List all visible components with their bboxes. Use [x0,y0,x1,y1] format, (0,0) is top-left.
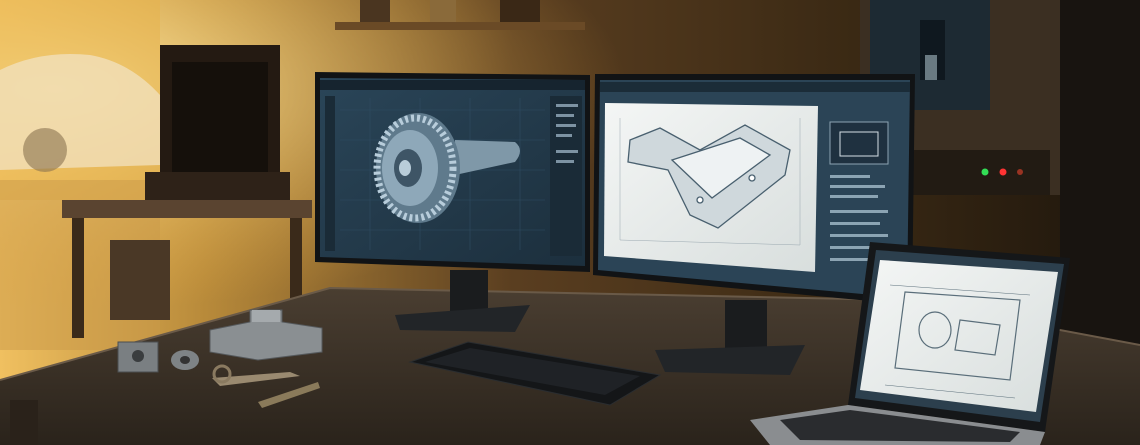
led-green [981,168,989,176]
led-red [999,168,1007,176]
shelf [335,22,585,30]
scene-illustration [0,0,1140,445]
3d-printer [145,45,290,204]
monitor-left [315,72,590,272]
workshop-scene [0,0,1140,445]
